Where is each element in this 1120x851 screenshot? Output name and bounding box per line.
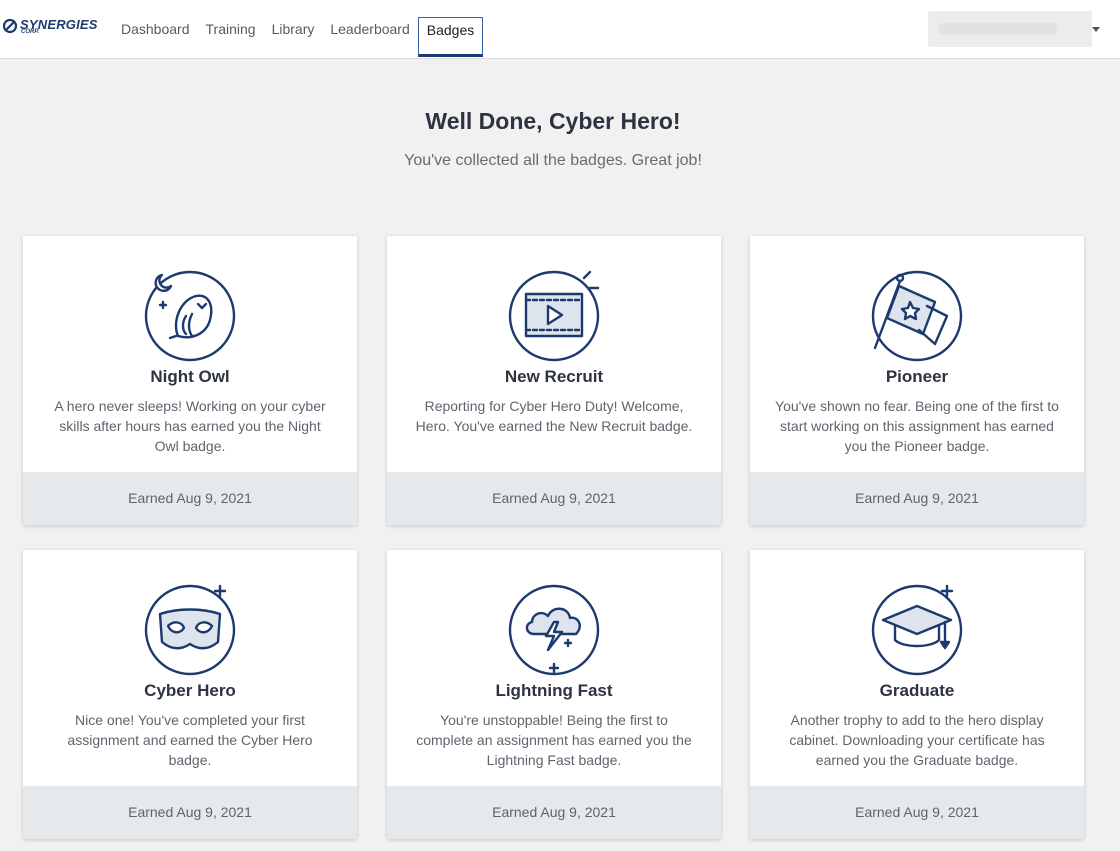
badge-card-new-recruit: New Recruit Reporting for Cyber Hero Dut… [387, 236, 721, 525]
user-menu-dropdown[interactable] [928, 11, 1092, 47]
badge-earned-date: Earned Aug 9, 2021 [750, 786, 1084, 839]
lightning-cloud-icon [502, 578, 606, 682]
badge-card-cyber-hero: Cyber Hero Nice one! You've completed yo… [23, 550, 357, 839]
graduation-cap-icon [865, 578, 969, 682]
badge-description: You're unstoppable! Being the first to c… [416, 712, 692, 768]
badge-earned-date: Earned Aug 9, 2021 [387, 472, 721, 525]
badge-description: Another trophy to add to the hero displa… [789, 712, 1045, 768]
badge-title: Night Owl [150, 367, 230, 386]
badge-description: Nice one! You've completed your first as… [67, 712, 313, 768]
badge-description: Reporting for Cyber Hero Duty! Welcome, … [415, 398, 693, 434]
nav-library[interactable]: Library [264, 0, 323, 59]
badge-card-night-owl: Night Owl A hero never sleeps! Working o… [23, 236, 357, 525]
mask-icon [138, 578, 242, 682]
brand-sub: CORP. [21, 29, 40, 35]
user-name [938, 23, 1058, 35]
video-icon [502, 264, 606, 368]
badge-card-pioneer: Pioneer You've shown no fear. Being one … [750, 236, 1084, 525]
badge-description: You've shown no fear. Being one of the f… [775, 398, 1059, 454]
nav-dashboard[interactable]: Dashboard [113, 0, 198, 59]
badge-title: Pioneer [885, 367, 949, 386]
nav-badges[interactable]: Badges [417, 17, 484, 57]
badge-earned-date: Earned Aug 9, 2021 [750, 472, 1084, 525]
owl-icon [138, 264, 242, 368]
top-navbar: SYNERGIES CORP. Dashboard Training Libra… [0, 0, 1120, 59]
page-title: Well Done, Cyber Hero! [425, 108, 681, 134]
nav-training[interactable]: Training [198, 0, 264, 59]
page-subtitle: You've collected all the badges. Great j… [404, 152, 702, 169]
badge-earned-date: Earned Aug 9, 2021 [23, 786, 357, 839]
flag-icon [865, 264, 969, 368]
main-nav: Dashboard Training Library Leaderboard B… [113, 0, 484, 59]
badge-title: Graduate [879, 681, 955, 700]
chevron-down-icon[interactable] [1092, 27, 1100, 32]
nav-leaderboard[interactable]: Leaderboard [322, 0, 417, 59]
badge-card-lightning-fast: Lightning Fast You're unstoppable! Being… [387, 550, 721, 839]
badge-earned-date: Earned Aug 9, 2021 [23, 472, 357, 525]
badge-card-graduate: Graduate Another trophy to add to the he… [750, 550, 1084, 839]
badge-description: A hero never sleeps! Working on your cyb… [54, 398, 326, 454]
brand-logo[interactable]: SYNERGIES CORP. [2, 18, 98, 44]
badge-title: Lightning Fast [495, 681, 613, 700]
badge-title: New Recruit [504, 367, 604, 386]
logo-mark-icon [2, 18, 18, 34]
badge-title: Cyber Hero [144, 681, 236, 700]
badge-earned-date: Earned Aug 9, 2021 [387, 786, 721, 839]
